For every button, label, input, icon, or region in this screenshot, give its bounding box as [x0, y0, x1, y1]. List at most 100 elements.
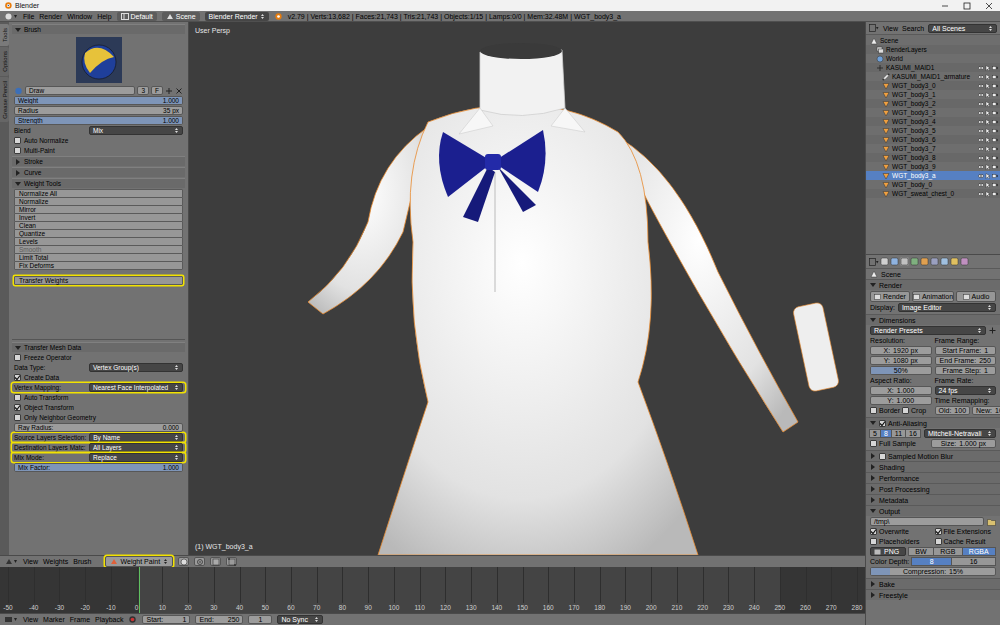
time-remap-field[interactable]: Old:100: [935, 406, 971, 415]
shading-button[interactable]: [178, 557, 189, 566]
render-camera-icon[interactable]: [992, 110, 998, 116]
render-presets-dropdown[interactable]: Render Presets: [870, 326, 986, 335]
frame-range-field[interactable]: Start Frame:1: [935, 346, 997, 355]
menu-item[interactable]: Render: [39, 12, 62, 21]
menu-item[interactable]: Brush: [73, 557, 91, 566]
section-header[interactable]: Post Processing: [866, 483, 1000, 494]
render-button[interactable]: Audio: [956, 291, 996, 302]
render-camera-icon[interactable]: [992, 119, 998, 125]
current-frame-line[interactable]: [139, 567, 140, 613]
checkbox[interactable]: [14, 354, 21, 361]
visibility-eye-icon[interactable]: [978, 83, 984, 89]
outliner-item[interactable]: KASUMI_MAID1_armature: [866, 72, 1000, 81]
context-tab-icon[interactable]: [880, 257, 889, 266]
scene-dropdown[interactable]: Scene: [162, 12, 200, 21]
aa-filter-dropdown[interactable]: Mitchell-Netravali: [924, 429, 996, 438]
weight-tool-button[interactable]: Transfer Weights: [14, 276, 183, 285]
editor-type-icon[interactable]: [869, 24, 879, 32]
panel-header[interactable]: Stroke: [12, 156, 185, 166]
visibility-eye-icon[interactable]: [978, 182, 984, 188]
menu-item[interactable]: Search: [902, 24, 924, 33]
editor-type-icon[interactable]: [4, 557, 18, 566]
checkbox-row[interactable]: Placeholders: [870, 537, 932, 546]
tool-tab[interactable]: Grease Pencil: [0, 77, 9, 123]
checkbox[interactable]: [870, 538, 877, 545]
checkbox-row[interactable]: Multi-Paint: [12, 146, 185, 155]
aspect-ratio-field[interactable]: Y:1.000: [870, 396, 932, 405]
operator-dropdown[interactable]: All Layers: [89, 443, 183, 452]
visibility-eye-icon[interactable]: [978, 155, 984, 161]
menu-item[interactable]: View: [883, 24, 898, 33]
record-icon[interactable]: [128, 615, 137, 624]
time-remap-field[interactable]: New:100: [972, 406, 1000, 415]
selectability-arrow-icon[interactable]: [985, 101, 991, 107]
context-tab-icon[interactable]: [890, 257, 899, 266]
render-button[interactable]: Animation: [912, 291, 954, 302]
selectability-arrow-icon[interactable]: [985, 65, 991, 71]
render-engine-dropdown[interactable]: Blender Render: [205, 12, 269, 21]
outliner-item[interactable]: WGT_body3_9: [866, 162, 1000, 171]
section-header[interactable]: Metadata: [866, 494, 1000, 505]
brush-value-field[interactable]: Weight1.000: [14, 96, 183, 105]
context-tab-icon[interactable]: [950, 257, 959, 266]
outliner-item[interactable]: WGT_body3_a: [866, 171, 1000, 180]
aa-samples-option[interactable]: 11: [891, 429, 906, 438]
checkbox-row[interactable]: Full Sample: [870, 439, 928, 448]
sync-dropdown[interactable]: No Sync: [277, 615, 323, 624]
outliner-item[interactable]: World: [866, 54, 1000, 63]
filter-size-field[interactable]: Size:1.000 px: [931, 439, 996, 448]
context-tab-icon[interactable]: [930, 257, 939, 266]
visibility-eye-icon[interactable]: [978, 119, 984, 125]
checkbox[interactable]: [14, 394, 21, 401]
selectability-arrow-icon[interactable]: [985, 83, 991, 89]
minimize-icon[interactable]: [934, 1, 956, 11]
selectability-arrow-icon[interactable]: [985, 74, 991, 80]
section-header[interactable]: Bake: [866, 578, 1000, 589]
frame-rate-dropdown[interactable]: 24 fps: [935, 386, 997, 395]
color-mode-option[interactable]: RGB: [933, 547, 963, 556]
render-camera-icon[interactable]: [992, 164, 998, 170]
brush-name-field[interactable]: Draw: [25, 86, 135, 95]
color-mode-option[interactable]: BW: [908, 547, 934, 556]
color-mode-option[interactable]: RGBA: [962, 547, 996, 556]
visibility-eye-icon[interactable]: [978, 101, 984, 107]
aa-samples-option[interactable]: 16: [905, 429, 921, 438]
checkbox-row[interactable]: Freeze Operator: [12, 353, 185, 362]
menu-item[interactable]: Help: [97, 12, 111, 21]
selectability-arrow-icon[interactable]: [985, 128, 991, 134]
visibility-eye-icon[interactable]: [978, 110, 984, 116]
selectability-arrow-icon[interactable]: [985, 164, 991, 170]
checkbox[interactable]: [14, 374, 21, 381]
render-camera-icon[interactable]: [992, 74, 998, 80]
selectability-arrow-icon[interactable]: [985, 182, 991, 188]
operator-value-field[interactable]: Ray Radius:0.000: [14, 423, 183, 432]
selectability-arrow-icon[interactable]: [985, 92, 991, 98]
section-header[interactable]: Dimensions: [866, 314, 1000, 325]
color-depth-option[interactable]: 8: [911, 557, 952, 566]
render-camera-icon[interactable]: [992, 182, 998, 188]
outliner-item[interactable]: WGT_body_0: [866, 180, 1000, 189]
checkbox[interactable]: [935, 528, 942, 535]
timeline[interactable]: -50-40-30-20-100102030405060708090100110…: [0, 567, 865, 625]
start-frame-field[interactable]: Start:1: [142, 615, 190, 624]
menu-item[interactable]: File: [23, 12, 34, 21]
context-tab-icon[interactable]: [960, 257, 969, 266]
operator-dropdown[interactable]: By Name: [89, 433, 183, 442]
section-header[interactable]: Output: [866, 505, 1000, 516]
checkbox[interactable]: [14, 147, 21, 154]
resolution-percentage-slider[interactable]: 50%: [870, 366, 932, 375]
visibility-eye-icon[interactable]: [978, 128, 984, 134]
render-button[interactable]: Render: [870, 291, 910, 302]
selectability-arrow-icon[interactable]: [985, 110, 991, 116]
render-camera-icon[interactable]: [992, 173, 998, 179]
outliner-item[interactable]: WGT_body3_6: [866, 135, 1000, 144]
outliner-item[interactable]: WGT_body3_0: [866, 81, 1000, 90]
section-header[interactable]: Render: [866, 279, 1000, 290]
visibility-eye-icon[interactable]: [978, 173, 984, 179]
render-camera-icon[interactable]: [992, 137, 998, 143]
brush-users-count[interactable]: 3: [137, 86, 149, 95]
checkbox[interactable]: [870, 528, 877, 535]
section-header[interactable]: Anti-Aliasing: [866, 417, 1000, 428]
display-dropdown[interactable]: Image Editor: [898, 303, 996, 312]
render-camera-icon[interactable]: [992, 128, 998, 134]
